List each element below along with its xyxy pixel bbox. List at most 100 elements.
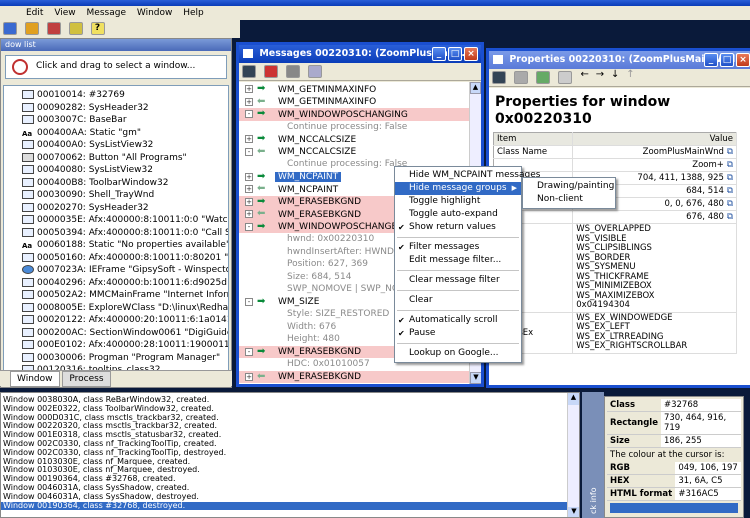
tree-item[interactable]: 00030090: Shell_TrayWnd (22, 189, 228, 202)
copy-icon[interactable]: ⧉ (727, 212, 733, 222)
tree-item[interactable]: 000400A0: SysListView32 (22, 139, 228, 152)
tree-item[interactable]: 0007023A: IEFrame "GipsySoft - Winspecto… (22, 264, 228, 277)
menu-item[interactable]: Clear (395, 294, 521, 307)
maximize-icon[interactable]: □ (448, 47, 462, 61)
tree-item[interactable]: 00050394: Afx:400000:8:10011:0:0 "Call S… (22, 227, 228, 240)
collapse-icon[interactable]: - (245, 110, 253, 119)
save-icon[interactable] (492, 71, 506, 84)
menu-help[interactable]: Help (183, 8, 204, 18)
property-row[interactable]: Class Name ZoomPlusMainWnd ⧉ (493, 145, 737, 159)
menu-item[interactable]: Hide WM_NCPAINT messages (395, 169, 540, 182)
scroll-down-icon[interactable]: ▼ (470, 372, 481, 384)
menu-item[interactable]: ✔ Pause (395, 327, 521, 340)
scroll-up-icon[interactable]: ▲ (470, 82, 481, 94)
log-entry[interactable]: Window 00190364, class #32768, created. (1, 475, 579, 484)
expand-icon[interactable]: + (245, 185, 253, 194)
tree-item[interactable]: 0000035E: Afx:400000:8:10011:0:0 "Watch" (22, 214, 228, 227)
tree-item[interactable]: 0003007C: BaseBar (22, 114, 228, 127)
copy-icon[interactable]: ⧉ (727, 186, 733, 196)
menu-item[interactable]: ✔ Automatically scroll (395, 314, 521, 327)
scroll-down-icon[interactable]: ▼ (568, 507, 579, 517)
properties-titlebar[interactable]: Properties 00220310: (ZoomPlusMainWnd) _… (489, 51, 750, 69)
scroll-up-icon[interactable]: ▲ (568, 393, 579, 405)
property-row[interactable]: ze676, 480⧉ (493, 210, 737, 224)
menu-view[interactable]: View (54, 8, 75, 18)
expand-icon[interactable]: + (245, 372, 253, 381)
menu-item[interactable]: Toggle highlight (395, 195, 521, 208)
tree-item[interactable]: Aa 000400AA: Static "gm" (22, 127, 228, 140)
menu-item[interactable]: Toggle auto-expand (395, 208, 521, 221)
log-entry[interactable]: Window 000D031C, class msctls_trackbar32… (1, 414, 579, 423)
menu-item[interactable]: Edit message filter... (395, 254, 521, 267)
message-row[interactable]: - ➡ WM_WINDOWPOSCHANGING (239, 108, 469, 121)
log-entry[interactable]: Window 00190364, class #32768, destroyed… (1, 501, 579, 511)
copy-icon[interactable]: ⧉ (727, 199, 733, 209)
expand-icon[interactable]: + (245, 135, 253, 144)
arrow-right-icon[interactable]: → (596, 69, 604, 80)
tree-item[interactable]: 00010014: #32769 (22, 89, 228, 102)
arrow-down-icon[interactable]: ↓ (611, 69, 619, 80)
tab-window[interactable]: Window (10, 371, 60, 387)
col-value[interactable]: Value (572, 132, 737, 146)
tool-icon-4[interactable] (68, 22, 83, 35)
tree-item[interactable]: 000E0102: Afx:400000:28:10011:1900011:1a… (22, 339, 228, 352)
message-row[interactable]: + ➡ WM_GETMINMAXINFO (239, 83, 469, 96)
message-row[interactable]: + ➡ WM_NCCALCSIZE (239, 133, 469, 146)
log-entry[interactable]: Window 002C0330, class nf_TrackingToolTi… (1, 449, 579, 458)
tree-item[interactable]: 00070062: Button "All Programs" (22, 152, 228, 165)
tree-item[interactable]: 00030006: Progman "Program Manager" (22, 352, 228, 365)
log-entry[interactable]: Window 002C0330, class nf_TrackingToolTi… (1, 440, 579, 449)
log-entry[interactable]: Window 0103030E, class nf_Marquee, destr… (1, 466, 579, 475)
menu-item[interactable]: ✔ Show return values (395, 221, 521, 234)
log-entry[interactable]: Window 002E0322, class ToolbarWindow32, … (1, 405, 579, 414)
save-icon[interactable] (242, 65, 256, 78)
graph-icon[interactable] (307, 65, 322, 78)
collapse-icon[interactable]: - (245, 347, 253, 356)
tree-item[interactable]: 00020122: Afx:400000:20:10011:6:1a0141 "… (22, 314, 228, 327)
tool-icon-3[interactable] (46, 22, 61, 35)
tree-item[interactable]: 00040080: SysListView32 (22, 164, 228, 177)
event-log[interactable]: Window 0038030A, class ReBarWindow32, cr… (0, 392, 580, 518)
filter-icon[interactable] (285, 65, 300, 78)
menu-item[interactable]: ✔ Filter messages (395, 241, 521, 254)
col-item[interactable]: Item (493, 132, 574, 146)
expand-icon[interactable]: + (245, 172, 253, 181)
submenu-drawing-painting[interactable]: Drawing/painting (523, 180, 615, 193)
close-icon[interactable]: × (464, 47, 478, 61)
tree-item[interactable]: 00040296: Afx:400000:b:10011:6:d9025d "W… (22, 277, 228, 290)
messages-titlebar[interactable]: Messages 00220310: (ZoomPlusMain... _ □ × (239, 45, 481, 63)
tab-process[interactable]: Process (62, 371, 111, 387)
menu-item[interactable]: Clear message filter (395, 274, 521, 287)
log-entry[interactable]: Window 0103030E, class nf_Marquee, creat… (1, 458, 579, 467)
menu-item[interactable]: Hide message groups ▶ (395, 182, 521, 195)
log-entry[interactable]: Window 00220320, class msctls_trackbar32… (1, 422, 579, 431)
tree-item[interactable]: 00020270: SysHeader32 (22, 202, 228, 215)
tree-item[interactable]: 00090282: SysHeader32 (22, 102, 228, 115)
log-entry[interactable]: Window 001E0318, class msctls_statusbar3… (1, 431, 579, 440)
tree-item[interactable]: 00050160: Afx:400000:8:10011:0:80201 "Wi… (22, 252, 228, 265)
copy-icon[interactable]: ⧉ (727, 173, 733, 183)
menu-window[interactable]: Window (137, 8, 173, 18)
arrow-left-icon[interactable]: ← (581, 69, 589, 80)
tree-item[interactable]: 000400B8: ToolbarWindow32 (22, 177, 228, 190)
pin-icon[interactable] (263, 65, 278, 78)
message-row[interactable]: + ⬅ WM_GETMINMAXINFO (239, 96, 469, 109)
tree-item[interactable]: 000502A2: MMCMainFrame "Internet Informa… (22, 289, 228, 302)
expand-icon[interactable]: + (245, 97, 253, 106)
tree-item[interactable]: 0008005E: ExploreWClass "D:\linux\Redhat… (22, 302, 228, 315)
close-icon[interactable]: × (736, 53, 750, 67)
maximize-icon[interactable]: □ (720, 53, 734, 67)
window-list-hint-box[interactable]: Click and drag to select a window... (5, 55, 227, 79)
menu-item[interactable]: Lookup on Google... (395, 347, 521, 360)
copy-icon[interactable]: ⧉ (727, 160, 733, 170)
message-row[interactable]: - ⬅ WM_NCCALCSIZE (239, 146, 469, 159)
log-entry[interactable]: Window 0046031A, class SysShadow, create… (1, 484, 579, 493)
expand-icon[interactable]: + (245, 197, 253, 206)
log-scrollbar[interactable]: ▲ ▼ (567, 393, 579, 517)
pin-icon[interactable] (513, 71, 528, 84)
message-detail[interactable]: Continue processing: False (239, 121, 469, 134)
copy-icon[interactable]: ⧉ (727, 147, 733, 157)
tree-item[interactable]: 000200AC: SectionWindow0061 "DigiGuide 6… (22, 327, 228, 340)
log-entry[interactable]: Window 0038030A, class ReBarWindow32, cr… (1, 396, 579, 405)
menu-message[interactable]: Message (87, 8, 126, 18)
